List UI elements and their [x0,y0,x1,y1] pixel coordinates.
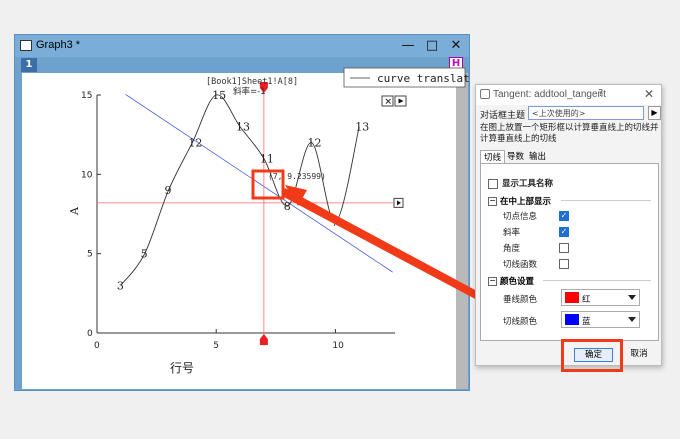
tab-panel: 显示工具名称 − 在中上部显示 切点信息 斜率 角度 切线函数 ✓ ✓ − 颜色设置… [480,163,659,341]
checkbox-label: 显示工具名称 [502,179,554,189]
dialog-title: Tangent: addtool_tangent [493,89,606,100]
cancel-button[interactable]: 取消 [624,348,654,362]
tab-output[interactable]: 输出 [526,150,549,163]
tangent-dialog: Tangent: addtool_tangent ? ✕ 对话框主题 <上次使用… [475,84,662,366]
theme-dropdown[interactable]: <上次使用的> [528,106,644,120]
section-divider [543,280,651,281]
show-tool-name-checkbox[interactable]: 显示工具名称 [488,177,553,189]
theme-label: 对话框主题 [480,111,526,121]
dialog-titlebar[interactable]: Tangent: addtool_tangent ? ✕ [476,85,661,105]
tangent-color-dropdown[interactable]: 蓝 [561,311,640,328]
x-axis-label: 行号 [170,361,194,375]
tangent-info-checkbox[interactable]: ✓ [559,211,569,221]
legend-text: curve translat [377,72,470,85]
angle-checkbox[interactable] [559,243,569,253]
dialog-app-icon [480,89,490,99]
vertical-color-label: 垂线颜色 [503,295,538,305]
data-point-label: 13 [236,121,250,134]
data-point-label: 12 [308,137,322,150]
section-divider [561,200,651,201]
dialog-help-button[interactable]: ? [598,88,603,99]
axis-ticks: 0 5 10 0 5 10 15 [81,91,344,351]
collapse-icon[interactable]: − [488,197,497,206]
dialog-description: 在图上放置一个矩形框以计算垂直线上的切线并计算垂直线上的切线 [480,123,659,144]
data-point-label: 13 [355,121,369,134]
section-color-label: 颜色设置 [500,277,535,287]
option-label-1: 斜率 [503,228,521,238]
tangent-point-label: (7, 9.23599) [268,172,326,181]
point-labels: 35912151311812713 [117,89,369,292]
section-top-display[interactable]: − 在中上部显示 [488,195,551,207]
section-top-label: 在中上部显示 [500,197,552,207]
data-point-label: 9 [165,184,172,197]
data-point-label: 12 [188,137,202,150]
y-axis-label: A [68,206,81,216]
tool-close-glyph: ✕ [385,98,393,108]
x-tick-label: 10 [332,341,344,351]
data-point-label: 8 [284,200,291,213]
vertical-color-value: 红 [582,295,591,305]
data-point-label: 5 [141,248,148,261]
data-point-label: 15 [212,89,226,102]
vertical-color-dropdown[interactable]: 红 [561,289,640,306]
tangent-color-label: 切线颜色 [503,317,538,327]
x-tick-label: 0 [94,341,100,351]
y-tick-label: 5 [87,250,93,260]
tangent-color-value: 蓝 [582,317,591,327]
caption-source: [Book1]Sheet1!A[8] [206,77,298,87]
highlight-ok-button [561,339,623,372]
tangent-function-checkbox[interactable] [559,259,569,269]
caption-slope: 斜率=-1 [233,86,266,97]
x-tick-label: 5 [213,341,219,351]
y-tick-label: 15 [81,91,92,101]
data-point-label: 3 [117,279,124,292]
slope-checkbox[interactable]: ✓ [559,227,569,237]
data-point-label: 11 [260,152,274,165]
tab-derivative[interactable]: 导数 [504,150,527,163]
option-label-2: 角度 [503,244,521,254]
tangent-color-swatch [565,314,579,325]
chevron-down-icon [628,317,636,322]
dialog-close-button[interactable]: ✕ [644,87,654,101]
y-tick-label: 0 [87,329,93,339]
option-label-0: 切点信息 [503,212,538,222]
y-tick-label: 10 [81,170,93,180]
legend[interactable]: curve translat [343,67,470,88]
tool-buttons[interactable]: ✕ [381,95,407,108]
theme-arrow-button[interactable]: ▶ [648,106,661,120]
chevron-down-icon [628,295,636,300]
checkbox-box[interactable] [488,178,498,189]
vertical-line-bottom-handle[interactable] [259,334,268,345]
section-color-settings[interactable]: − 颜色设置 [488,275,534,287]
tab-tangent[interactable]: 切线 [480,150,506,163]
collapse-icon[interactable]: − [488,277,497,286]
option-label-3: 切线函数 [503,260,538,270]
vertical-color-swatch [565,292,579,303]
